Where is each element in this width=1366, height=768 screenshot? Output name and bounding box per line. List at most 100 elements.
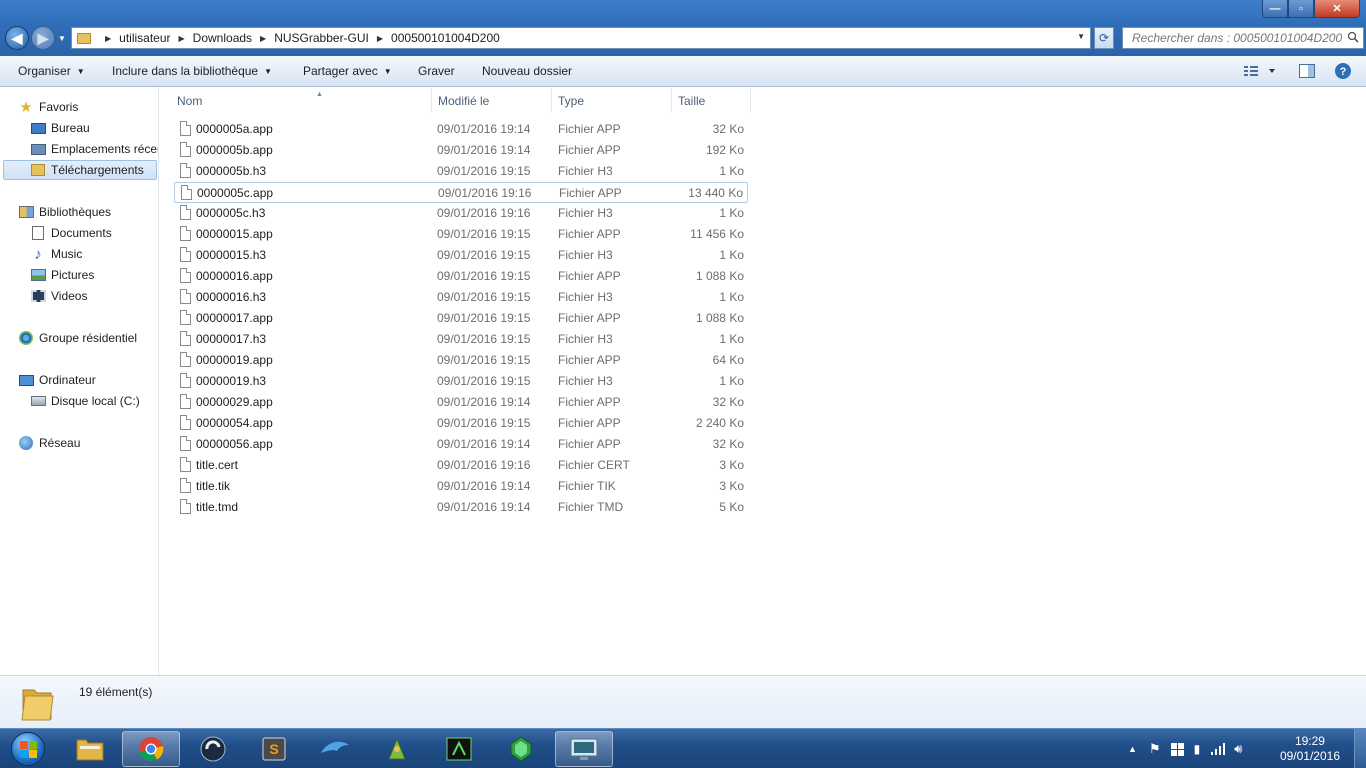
column-divider[interactable]: [671, 89, 672, 113]
show-hidden-icons-icon[interactable]: ▲: [1128, 744, 1137, 754]
file-icon: [180, 457, 191, 472]
file-name: 0000005a.app: [196, 122, 273, 136]
table-row[interactable]: 00000029.app 09/01/2016 19:14 Fichier APP 3…: [174, 392, 748, 413]
sidebar-item-downloads[interactable]: Téléchargements: [3, 160, 157, 180]
file-size: 32 Ko: [712, 395, 744, 409]
recent-pages-dropdown[interactable]: ▼: [58, 34, 66, 43]
organize-menu[interactable]: Organiser ▼: [18, 64, 85, 78]
taskbar-dolphin[interactable]: [306, 731, 364, 767]
table-row[interactable]: 0000005c.h3 09/01/2016 19:16 Fichier H3 1 K…: [174, 203, 748, 224]
taskbar-cinema4d[interactable]: [184, 731, 242, 767]
view-options-button[interactable]: [1243, 62, 1277, 83]
search-input[interactable]: Rechercher dans : 000500101004D200: [1122, 27, 1364, 49]
preview-pane-icon: [1299, 64, 1315, 78]
column-divider[interactable]: [750, 89, 751, 113]
preview-pane-button[interactable]: [1298, 62, 1316, 83]
volume-icon[interactable]: 🔊︎: [1234, 741, 1242, 757]
table-row[interactable]: 0000005b.app 09/01/2016 19:14 Fichier APP 1…: [174, 140, 748, 161]
share-with-menu[interactable]: Partager avec ▼: [303, 64, 392, 78]
sidebar-item-network[interactable]: Réseau: [18, 433, 80, 453]
table-row[interactable]: 0000005c.app 09/01/2016 19:16 Fichier APP 1…: [174, 182, 748, 203]
search-icon[interactable]: [1347, 31, 1359, 43]
address-bar[interactable]: ▶ utilisateur ▶ Downloads ▶ NUSGrabber-G…: [71, 27, 1091, 49]
sidebar-item-videos[interactable]: Videos: [30, 286, 87, 306]
file-icon: [180, 247, 191, 262]
windows-icon[interactable]: [1170, 742, 1184, 756]
chevron-right-icon[interactable]: ▶: [260, 34, 266, 43]
sidebar-item-desktop[interactable]: Bureau: [30, 118, 90, 138]
sidebar-item-recent-places[interactable]: Emplacements récents: [30, 139, 158, 159]
file-icon: [180, 478, 191, 493]
sidebar-item-pictures[interactable]: Pictures: [30, 265, 94, 285]
file-modified-date: 09/01/2016 19:14: [437, 500, 531, 514]
start-button[interactable]: [2, 730, 54, 768]
sidebar-item-homegroup[interactable]: Groupe résidentiel: [18, 328, 137, 348]
column-header-modified[interactable]: Modifié le: [438, 91, 550, 111]
table-row[interactable]: 00000056.app 09/01/2016 19:14 Fichier APP 3…: [174, 434, 748, 455]
taskbar-screen-app[interactable]: [555, 731, 613, 767]
forward-button[interactable]: ▶: [31, 26, 55, 50]
signal-icon[interactable]: [1210, 743, 1226, 755]
taskbar-explorer[interactable]: [61, 731, 119, 767]
taskbar-emerald[interactable]: [492, 731, 550, 767]
sidebar-item-favorites[interactable]: ★ Favoris: [18, 97, 78, 117]
column-divider[interactable]: [431, 89, 432, 113]
taskbar-app[interactable]: [368, 731, 426, 767]
show-desktop-button[interactable]: [1354, 729, 1366, 768]
table-row[interactable]: 00000017.app 09/01/2016 19:15 Fichier APP 1…: [174, 308, 748, 329]
breadcrumb-utilisateur[interactable]: utilisateur: [119, 31, 170, 45]
table-row[interactable]: 00000015.h3 09/01/2016 19:15 Fichier H3 1 K…: [174, 245, 748, 266]
arrow-left-icon: ◀: [11, 29, 23, 46]
chevron-right-icon[interactable]: ▶: [179, 34, 185, 43]
homegroup-icon: [18, 331, 34, 345]
table-row[interactable]: 00000016.app 09/01/2016 19:15 Fichier APP 1…: [174, 266, 748, 287]
maximize-button[interactable]: ▫: [1288, 0, 1314, 18]
table-row[interactable]: title.tmd 09/01/2016 19:14 Fichier TMD 5 Ko: [174, 497, 748, 518]
table-row[interactable]: title.cert 09/01/2016 19:16 Fichier CERT 3 …: [174, 455, 748, 476]
breadcrumb-current-folder[interactable]: 000500101004D200: [391, 31, 500, 45]
column-header-size[interactable]: Taille: [678, 91, 750, 111]
sidebar-label: Groupe résidentiel: [39, 331, 138, 345]
sidebar-item-music[interactable]: ♪ Music: [30, 244, 82, 264]
help-button[interactable]: ?: [1334, 62, 1352, 83]
sidebar-item-computer[interactable]: Ordinateur: [18, 370, 96, 390]
table-row[interactable]: 00000054.app 09/01/2016 19:15 Fichier APP 2…: [174, 413, 748, 434]
burn-button[interactable]: Graver: [418, 64, 455, 78]
sidebar-item-documents[interactable]: Documents: [30, 223, 112, 243]
minimize-button[interactable]: —: [1262, 0, 1288, 18]
table-row[interactable]: 0000005b.h3 09/01/2016 19:15 Fichier H3 1 K…: [174, 161, 748, 182]
refresh-button[interactable]: ⟳: [1094, 27, 1114, 49]
taskbar-terminal-app[interactable]: [430, 731, 488, 767]
column-header-type[interactable]: Type: [558, 91, 670, 111]
table-row[interactable]: title.tik 09/01/2016 19:14 Fichier TIK 3 Ko: [174, 476, 748, 497]
power-icon[interactable]: ▮: [1194, 742, 1201, 756]
table-row[interactable]: 00000015.app 09/01/2016 19:15 Fichier APP 1…: [174, 224, 748, 245]
taskbar-sublime-text[interactable]: S: [245, 731, 303, 767]
close-button[interactable]: ✕: [1314, 0, 1360, 18]
table-row[interactable]: 0000005a.app 09/01/2016 19:14 Fichier APP 3…: [174, 119, 748, 140]
chevron-right-icon[interactable]: ▶: [377, 34, 383, 43]
breadcrumb-nusgrabber[interactable]: NUSGrabber-GUI: [274, 31, 369, 45]
file-modified-date: 09/01/2016 19:15: [437, 332, 531, 346]
back-button[interactable]: ◀: [5, 26, 29, 50]
table-row[interactable]: 00000017.h3 09/01/2016 19:15 Fichier H3 1 K…: [174, 329, 748, 350]
file-modified-date: 09/01/2016 19:15: [437, 227, 531, 241]
breadcrumb-downloads[interactable]: Downloads: [193, 31, 252, 45]
taskbar-chrome[interactable]: [122, 731, 180, 767]
column-header-name[interactable]: Nom ▲: [177, 91, 431, 111]
new-folder-button[interactable]: Nouveau dossier: [482, 64, 572, 78]
sidebar-item-libraries[interactable]: Bibliothèques: [18, 202, 111, 222]
clock[interactable]: 19:29 09/01/2016: [1280, 734, 1340, 764]
action-center-flag-icon[interactable]: ⚑: [1149, 741, 1161, 757]
file-name: 0000005c.app: [197, 186, 274, 200]
table-row[interactable]: 00000019.app 09/01/2016 19:15 Fichier APP 6…: [174, 350, 748, 371]
chevron-right-icon[interactable]: ▶: [105, 34, 111, 43]
sidebar-label: Documents: [51, 226, 112, 240]
table-row[interactable]: 00000016.h3 09/01/2016 19:15 Fichier H3 1 K…: [174, 287, 748, 308]
column-divider[interactable]: [551, 89, 552, 113]
sidebar-item-local-disk[interactable]: Disque local (C:): [30, 391, 140, 411]
file-modified-date: 09/01/2016 19:15: [437, 290, 531, 304]
include-in-library-menu[interactable]: Inclure dans la bibliothèque ▼: [112, 64, 272, 78]
table-row[interactable]: 00000019.h3 09/01/2016 19:15 Fichier H3 1 K…: [174, 371, 748, 392]
address-dropdown-icon[interactable]: ▼: [1077, 32, 1085, 41]
